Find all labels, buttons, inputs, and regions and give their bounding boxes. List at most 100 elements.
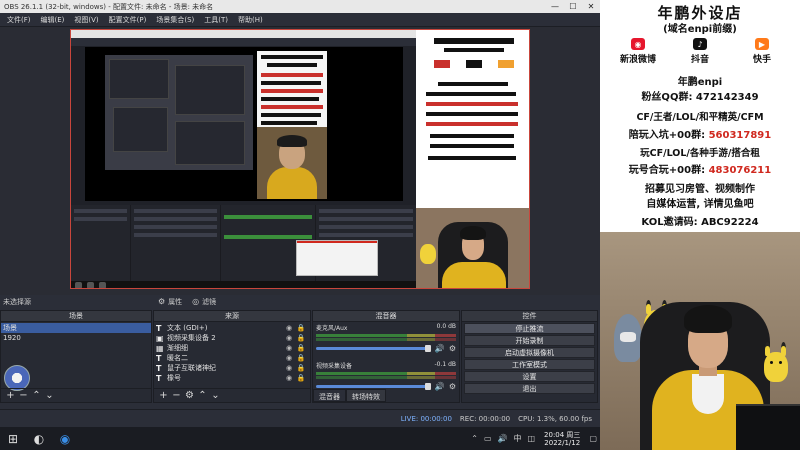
text-source-icon: T xyxy=(156,353,162,363)
eye-icon[interactable]: ◉ xyxy=(283,364,295,372)
stop-streaming-button[interactable]: 停止推流 xyxy=(464,323,595,334)
remove-source-icon[interactable]: − xyxy=(170,390,183,402)
tab-transitions[interactable]: 转场特效 xyxy=(346,389,386,402)
notification-icon[interactable]: ▢ xyxy=(589,434,597,443)
nested-webcam-body xyxy=(267,167,317,199)
ime-indicator[interactable]: 中 xyxy=(513,433,521,444)
properties-button[interactable]: 属性 xyxy=(168,297,182,307)
menu-scene-collection[interactable]: 场景集合(S) xyxy=(151,15,199,25)
clock[interactable]: 20:04 周三 2022/1/12 xyxy=(544,431,580,447)
source-item[interactable]: ▣ 视频采集设备 2 ◉ 🔒 xyxy=(154,333,310,343)
move-up-icon[interactable]: ⌃ xyxy=(196,390,209,402)
input-icon[interactable]: ◫ xyxy=(527,434,535,443)
add-source-icon[interactable]: + xyxy=(157,390,170,402)
volume-slider[interactable] xyxy=(316,345,431,352)
maximize-button[interactable]: ☐ xyxy=(564,0,582,13)
menu-view[interactable]: 视图(V) xyxy=(69,15,103,25)
move-up-icon[interactable]: ⌃ xyxy=(30,390,43,402)
canvas-poster-line xyxy=(426,122,518,126)
canvas-webcam xyxy=(416,208,529,288)
scene-item[interactable]: 场景 xyxy=(1,323,151,333)
source-item[interactable]: T 文本 (GDI+) ◉ 🔒 xyxy=(154,323,310,333)
source-item[interactable]: ▦ 渐细细 ◉ 🔒 xyxy=(154,343,310,353)
source-row-icons: ◉ 🔒 xyxy=(283,324,307,332)
eye-icon[interactable]: ◉ xyxy=(283,324,295,332)
menu-tools[interactable]: 工具(T) xyxy=(199,15,233,25)
sources-list: T 文本 (GDI+) ◉ 🔒 ▣ 视频采集设备 2 ◉ 🔒 ▦ 渐细细 ◉ 🔒 T 暖名二 ◉ 🔒 T… xyxy=(154,322,310,384)
source-item[interactable]: T 鼠子互联诸神纪 ◉ 🔒 xyxy=(154,363,310,373)
move-down-icon[interactable]: ⌄ xyxy=(209,390,222,402)
source-row-icons: ◉ 🔒 xyxy=(283,354,307,362)
image-source-icon: ▦ xyxy=(156,343,164,353)
no-source-label: 未选择源 xyxy=(3,297,31,306)
network-icon[interactable]: ▭ xyxy=(484,434,492,443)
nested-start-icon xyxy=(75,282,82,288)
poster-line4-prefix: 玩号合玩+00群: xyxy=(628,165,706,176)
poster-name: 年鹏enpi xyxy=(677,77,723,88)
volume-meter xyxy=(316,376,456,379)
close-button[interactable]: ✕ xyxy=(582,0,600,13)
poster-line2-prefix: 陪玩入坑+00群: xyxy=(628,130,706,141)
studio-mode-button[interactable]: 工作室模式 xyxy=(464,359,595,370)
tab-mixer[interactable]: 混音器 xyxy=(313,389,346,402)
poster-line5: 招募见习房管、视频制作 xyxy=(645,184,755,195)
nested-menubar xyxy=(71,38,416,46)
canvas-person-hair xyxy=(460,226,486,240)
gear-icon[interactable]: ⚙ xyxy=(158,297,165,306)
lock-icon[interactable]: 🔒 xyxy=(295,344,307,352)
gear-icon[interactable]: ⚙ xyxy=(449,382,456,391)
settings-button[interactable]: 设置 xyxy=(464,371,595,382)
filter-icon[interactable]: ◎ xyxy=(192,297,199,306)
source-item[interactable]: T 橡号 ◉ 🔒 xyxy=(154,373,310,383)
virtual-camera-button[interactable]: 启动虚拟摄像机 xyxy=(464,347,595,358)
scene-item[interactable]: 1920 xyxy=(1,333,151,343)
add-scene-icon[interactable]: + xyxy=(4,390,17,402)
speaker-icon[interactable]: 🔊 xyxy=(435,382,445,391)
volume-slider-handle[interactable] xyxy=(424,383,431,390)
chevron-up-icon[interactable]: ⌃ xyxy=(471,434,478,443)
eye-icon[interactable]: ◉ xyxy=(283,374,295,382)
eye-icon[interactable]: ◉ xyxy=(283,334,295,342)
browser-taskbar-icon[interactable]: ◉ xyxy=(52,427,78,450)
mixer-header: 混音器 xyxy=(313,311,459,322)
move-down-icon[interactable]: ⌄ xyxy=(43,390,56,402)
menu-help[interactable]: 帮助(H) xyxy=(233,15,268,25)
gear-icon[interactable]: ⚙ xyxy=(449,344,456,353)
eye-icon[interactable]: ◉ xyxy=(283,354,295,362)
source-item[interactable]: T 暖名二 ◉ 🔒 xyxy=(154,353,310,363)
speaker-icon[interactable]: 🔊 xyxy=(435,344,445,353)
menu-profile[interactable]: 配置文件(P) xyxy=(104,15,152,25)
volume-slider-handle[interactable] xyxy=(424,345,431,352)
nested-taskbar xyxy=(71,281,416,288)
lock-icon[interactable]: 🔒 xyxy=(295,354,307,362)
nested-desktop xyxy=(105,55,253,170)
shark-plush xyxy=(614,314,642,362)
monitor xyxy=(736,404,800,450)
nested-poster-line xyxy=(267,63,317,67)
lock-icon[interactable]: 🔒 xyxy=(295,334,307,342)
poster-line4-number: 483076211 xyxy=(708,165,772,176)
nested-popup xyxy=(296,240,378,276)
filters-button[interactable]: 滤镜 xyxy=(202,297,216,307)
menu-file[interactable]: 文件(F) xyxy=(2,15,36,25)
lock-icon[interactable]: 🔒 xyxy=(295,324,307,332)
preview-canvas[interactable] xyxy=(70,29,530,289)
source-settings-icon[interactable]: ⚙ xyxy=(183,390,196,402)
pikachu-ear xyxy=(765,342,770,356)
remove-scene-icon[interactable]: − xyxy=(17,390,30,402)
start-recording-button[interactable]: 开始录制 xyxy=(464,335,595,346)
camera-source-icon: ▣ xyxy=(156,333,164,343)
mixer-panel: 混音器 麦克风/Aux 0.0 dB 🔊 ⚙ 视频采集设备 -0.1 dB 🔊 … xyxy=(312,310,460,403)
lock-icon[interactable]: 🔒 xyxy=(295,364,307,372)
minimize-button[interactable]: — xyxy=(546,0,564,13)
volume-icon[interactable]: 🔊 xyxy=(498,434,508,443)
eye-icon[interactable]: ◉ xyxy=(283,344,295,352)
volume-slider[interactable] xyxy=(316,383,431,390)
nested-task-icon xyxy=(87,282,94,288)
lock-icon[interactable]: 🔒 xyxy=(295,374,307,382)
preview-area[interactable] xyxy=(0,27,600,295)
windows-start-icon[interactable]: ⊞ xyxy=(0,427,26,450)
menu-edit[interactable]: 编辑(E) xyxy=(36,15,70,25)
obs-taskbar-icon[interactable]: ◐ xyxy=(26,427,52,450)
exit-button[interactable]: 退出 xyxy=(464,383,595,394)
